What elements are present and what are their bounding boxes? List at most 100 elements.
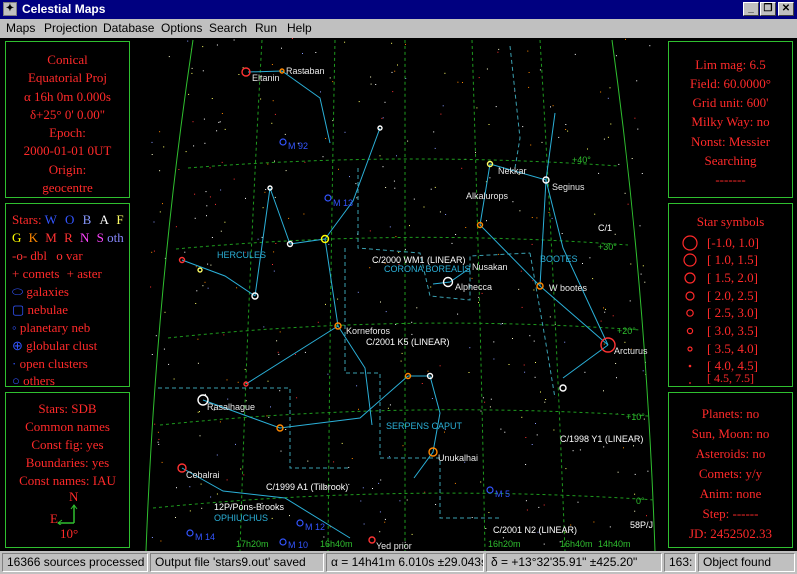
label-serpens-caput: SERPENS CAPUT: [386, 421, 463, 431]
class-f: F: [116, 212, 124, 227]
label-comet-c2000wm1: C/2000 WM1 (LINEAR): [372, 255, 466, 265]
status-bar: 16366 sources processed Output file 'sta…: [0, 551, 797, 574]
label-alkalurops: Alkalurops: [466, 191, 509, 201]
stars-db: Stars: SDB: [38, 401, 97, 416]
menu-projection[interactable]: Projection: [44, 21, 97, 36]
app-icon[interactable]: ✦: [3, 2, 17, 16]
status-output-file: Output file 'stars9.out' saved: [150, 553, 324, 572]
label-comet-c2001n2: C/2001 N2 (LINEAR): [493, 525, 577, 535]
boundaries: Boundaries: yes: [25, 455, 110, 470]
label-w-bootes: W bootes: [549, 283, 588, 293]
grid-label-dec-30: +30°: [598, 242, 617, 252]
label-comet-c1998y1: C/1998 Y1 (LINEAR): [560, 434, 643, 444]
legend-row-5: ⬭ galaxies: [12, 284, 69, 300]
galaxy-icon: ⬭: [12, 284, 24, 299]
label-alphecca: Alphecca: [455, 282, 492, 292]
class-a: A: [99, 212, 109, 227]
star-symbol-range-4: [ 2.0, 2.5]: [707, 288, 758, 303]
status-dec: δ = +13°32'35.91" ±425.20": [486, 553, 662, 572]
star-symbols-title: Star symbols: [696, 214, 765, 229]
nebula-icon: ▢: [12, 302, 25, 317]
common-names: Common names: [25, 419, 110, 434]
legend-var: var: [66, 248, 83, 263]
menu-search[interactable]: Search: [209, 21, 247, 36]
class-b: B: [82, 212, 92, 227]
legend-aster: aster: [77, 266, 102, 281]
menu-options[interactable]: Options: [161, 21, 202, 36]
projection-name: Equatorial Proj: [27, 70, 108, 85]
legend-planetary-neb: planetary neb: [19, 320, 91, 335]
nonstellar: Nonst: Messier: [690, 134, 771, 149]
epoch-label: Epoch:: [49, 125, 86, 140]
menu-help[interactable]: Help: [287, 21, 312, 36]
animation-setting: Anim: none: [699, 486, 762, 501]
searching-status: Searching: [704, 153, 757, 168]
lim-mag: Lim mag: 6.5: [695, 57, 766, 72]
comet-icon: +: [12, 266, 20, 281]
right-ascension-grid: [239, 39, 566, 551]
label-comet-58p: 58P/J: [630, 520, 653, 530]
label-seginus: Seginus: [552, 182, 585, 192]
projection-dec: δ+25° 0' 0.00": [29, 107, 106, 122]
star-symbol-range-9: [ 4.5, 7.5]: [707, 371, 754, 385]
status-cursor: 163: 97: [664, 553, 696, 572]
settings-panel: Stars: SDB Common names Const fig: yes B…: [5, 392, 130, 548]
bright-stars: [177, 67, 616, 544]
open-cluster-icon: ·: [12, 356, 17, 371]
label-hercules: HERCULES: [217, 250, 266, 260]
other-object-icon: ○: [12, 373, 20, 388]
field-size: Field: 60.0000°: [689, 76, 772, 91]
const-fig: Const fig: yes: [31, 437, 104, 452]
minimize-button[interactable]: _: [743, 2, 759, 16]
restore-button[interactable]: ❐: [760, 2, 776, 16]
globular-cluster-icon: ⊕: [12, 338, 23, 353]
grid-label-dec-10: +10°: [626, 412, 645, 422]
messier-names: M 92 M 13 M 5 M 14 M 12 M 10: [195, 141, 510, 550]
planetary-nebula-icon: ◦: [12, 320, 17, 335]
constellation-boundaries: [158, 45, 556, 519]
double-star-icon: -o-: [12, 248, 28, 263]
legend-row-6: ▢ nebulae: [12, 302, 68, 318]
const-names: Const names: IAU: [19, 473, 116, 488]
label-eltanin: Eltanin: [252, 73, 280, 83]
origin-value: geocentre: [42, 180, 93, 195]
label-corona-borealis: CORONA BOREALIS: [384, 264, 471, 274]
label-comet-c2001k5: C/2001 K5 (LINEAR): [366, 337, 450, 347]
legend-galaxies: galaxies: [26, 284, 69, 299]
class-k: K: [28, 230, 39, 245]
legend-globular-clust: globular clust: [26, 338, 98, 353]
label-m14: M 14: [195, 532, 215, 542]
menu-maps[interactable]: Maps: [6, 21, 35, 36]
epoch-value: 2000-01-01 0UT: [23, 143, 112, 158]
label-m5: M 5: [495, 489, 510, 499]
grid-label-dec-40: +40°: [572, 155, 591, 165]
grid-label-dec-20: +20°: [617, 326, 636, 336]
star-symbol-range-6: [ 3.0, 3.5]: [707, 323, 758, 338]
asteroids-setting: Asteroids: no: [695, 446, 766, 461]
sun-moon-setting: Sun, Moon: no: [691, 426, 770, 441]
projection-panel: Conical Equatorial Proj α 16h 0m 0.000s …: [5, 41, 130, 198]
label-comet-c1: C/1: [598, 223, 612, 233]
origin-label: Origin:: [48, 162, 87, 177]
legend-open-clusters: open clusters: [19, 356, 88, 371]
status-message: Object found: [698, 553, 795, 572]
sky-map[interactable]: Eltanin Rastaban Nekkar Seginus Alkaluro…: [0, 38, 797, 551]
menu-database[interactable]: Database: [103, 21, 154, 36]
legend-nebulae: nebulae: [27, 302, 68, 317]
star-symbol-range-5: [ 2.5, 3.0]: [707, 305, 758, 320]
stars-label: Stars:: [12, 212, 42, 227]
class-o: O: [64, 212, 75, 227]
legend-row-9: · open clusters: [12, 356, 88, 372]
label-comet-c1999a1: C/1999 A1 (Tilbrook): [266, 482, 348, 492]
menu-run[interactable]: Run: [255, 21, 277, 36]
label-m13: M 13: [333, 198, 353, 208]
label-cebalrai: Cebalrai: [186, 470, 220, 480]
grid-label-ra-1640: 16h40m: [320, 539, 353, 549]
star-symbol-range-3: [ 1.5, 2.0]: [707, 270, 758, 285]
class-s: S: [96, 230, 104, 245]
projection-ra: α 16h 0m 0.000s: [24, 89, 111, 104]
class-m: M: [45, 230, 57, 245]
star-symbol-circles: [682, 235, 698, 384]
objects-panel: Planets: no Sun, Moon: no Asteroids: no …: [668, 392, 793, 548]
close-button[interactable]: ✕: [778, 2, 794, 16]
